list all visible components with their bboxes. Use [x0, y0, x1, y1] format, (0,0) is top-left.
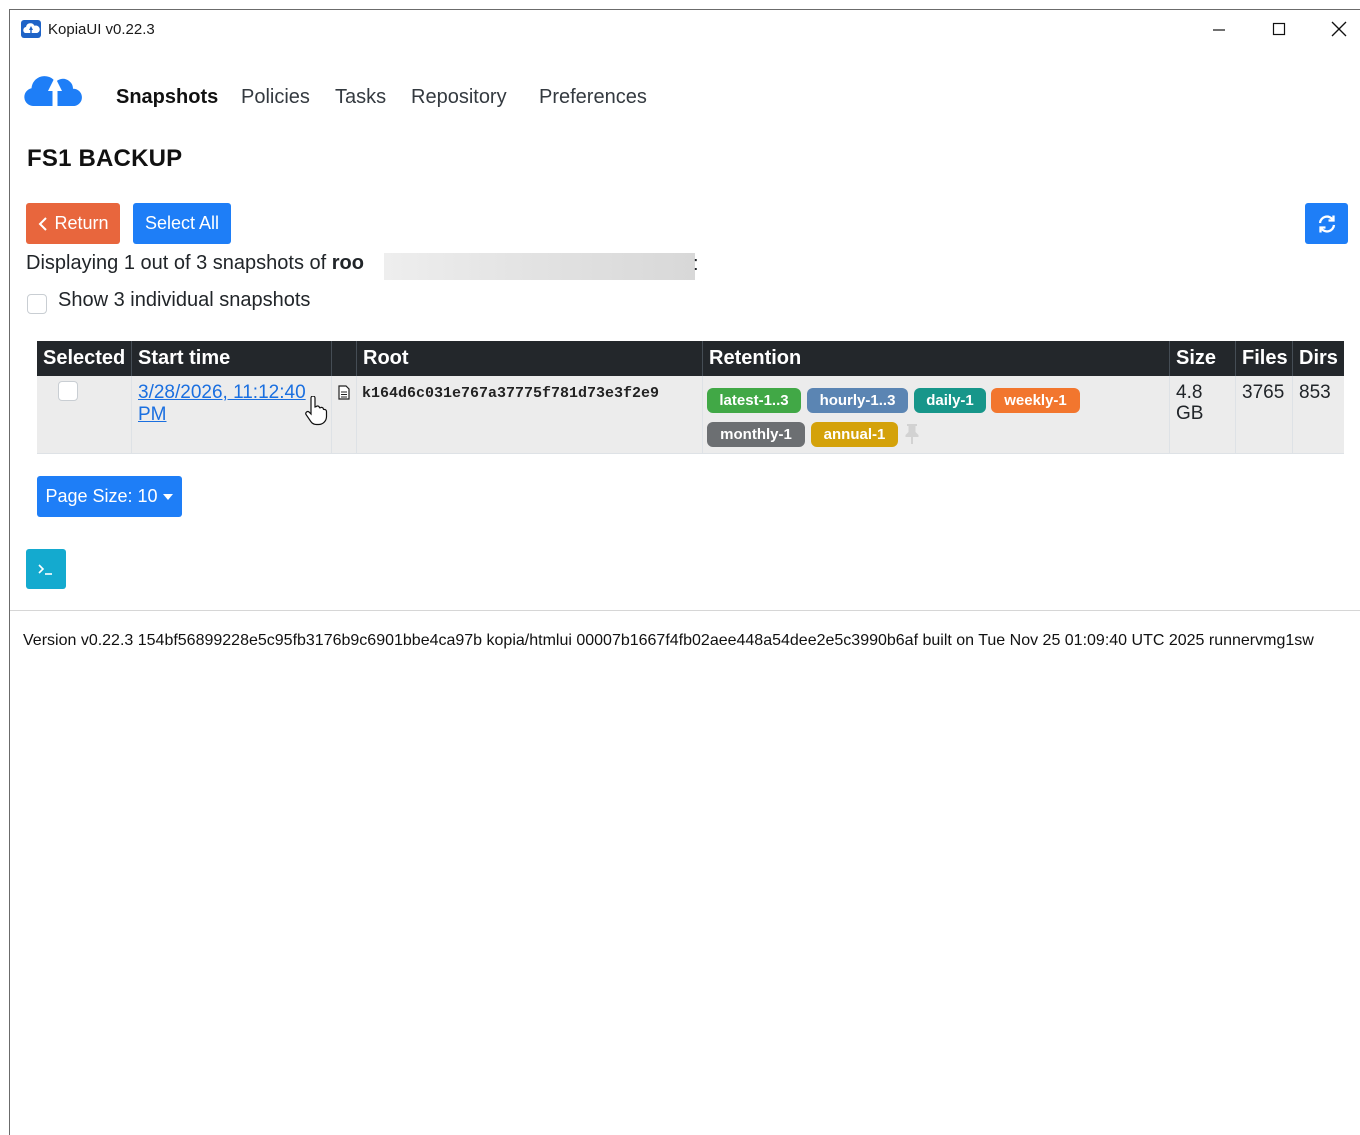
- app-window: KopiaUI v0.22.3 Snapshots Policies Tasks…: [9, 9, 1360, 1135]
- return-button[interactable]: Return: [26, 203, 120, 244]
- window-title: KopiaUI v0.22.3: [48, 21, 155, 38]
- minimize-icon: [1213, 29, 1225, 31]
- cell-icon: [332, 376, 357, 454]
- chevron-left-icon: [39, 216, 48, 231]
- nav-repository[interactable]: Repository: [411, 86, 507, 109]
- footer-divider: [10, 610, 1360, 611]
- retention-badge-annual: annual-1: [811, 422, 898, 447]
- nav-tasks[interactable]: Tasks: [335, 86, 386, 109]
- cell-retention: latest-1..3 hourly-1..3 daily-1 weekly-1…: [703, 376, 1170, 454]
- kopia-app-icon: [21, 20, 41, 38]
- retention-badge-daily: daily-1: [914, 388, 986, 413]
- start-time-link-ampm[interactable]: PM: [138, 404, 306, 426]
- retention-badge-latest: latest-1..3: [707, 388, 801, 413]
- header-blank: [332, 341, 357, 376]
- page-title: FS1 BACKUP: [27, 145, 183, 172]
- dirs-count: 853: [1299, 382, 1331, 403]
- nav-snapshots[interactable]: Snapshots: [116, 86, 218, 109]
- maximize-button[interactable]: [1249, 10, 1309, 48]
- header-size[interactable]: Size: [1170, 341, 1236, 376]
- retention-badge-hourly: hourly-1..3: [807, 388, 908, 413]
- table-row: 3/28/2026, 11:12:40 PM k164d6c031e767a37…: [37, 376, 1344, 454]
- size-value: 4.8: [1176, 382, 1203, 403]
- refresh-button[interactable]: [1305, 203, 1348, 244]
- nav-policies[interactable]: Policies: [241, 86, 310, 109]
- return-label: Return: [54, 213, 109, 233]
- cell-start-time: 3/28/2026, 11:12:40 PM: [132, 376, 332, 454]
- page-size-dropdown[interactable]: Page Size: 10: [37, 476, 182, 517]
- header-retention[interactable]: Retention: [703, 341, 1170, 376]
- show-individual-label[interactable]: Show 3 individual snapshots: [58, 289, 310, 312]
- retention-badge-monthly: monthly-1: [707, 422, 805, 447]
- refresh-icon: [1318, 214, 1335, 233]
- cell-dirs: 853: [1293, 376, 1344, 454]
- snapshot-count-text: Displaying 1 out of 3 snapshots of roo: [26, 252, 364, 275]
- row-select-checkbox[interactable]: [58, 381, 78, 401]
- header-files[interactable]: Files: [1236, 341, 1293, 376]
- show-individual-checkbox[interactable]: [27, 294, 47, 314]
- title-bar: KopiaUI v0.22.3: [10, 10, 1360, 50]
- redacted-path: [384, 253, 695, 280]
- maximize-icon: [1272, 22, 1286, 36]
- terminal-button[interactable]: [26, 549, 66, 589]
- version-info: Version v0.22.3 154bf56899228e5c95fb3176…: [23, 632, 1314, 649]
- snapshot-count-prefix: Displaying 1 out of 3 snapshots of: [26, 252, 332, 274]
- snapshot-root-path: roo: [331, 252, 364, 274]
- pin-icon[interactable]: [904, 423, 920, 445]
- cell-files: 3765: [1236, 376, 1293, 454]
- header-start-time[interactable]: Start time: [132, 341, 332, 376]
- header-root[interactable]: Root: [357, 341, 703, 376]
- snapshot-count-suffix: :: [693, 253, 699, 275]
- select-all-button[interactable]: Select All: [133, 203, 231, 244]
- document-icon[interactable]: [338, 385, 350, 400]
- size-unit: GB: [1176, 403, 1204, 424]
- terminal-icon: [38, 564, 52, 575]
- caret-down-icon: [162, 493, 173, 500]
- files-count: 3765: [1242, 382, 1285, 403]
- snapshots-table-header: Selected Start time Root Retention Size …: [37, 341, 1344, 376]
- cell-selected: [37, 376, 132, 454]
- close-icon: [1331, 21, 1347, 37]
- minimize-button[interactable]: [1189, 10, 1249, 48]
- header-dirs[interactable]: Dirs: [1293, 341, 1344, 376]
- page-size-label: Page Size: 10: [45, 486, 158, 506]
- start-time-link[interactable]: 3/28/2026, 11:12:40: [138, 382, 306, 404]
- hand-cursor-icon: [305, 396, 328, 426]
- kopia-logo-icon[interactable]: [24, 68, 84, 108]
- close-button[interactable]: [1309, 10, 1360, 48]
- root-object-id: k164d6c031e767a37775f781d73e3f2e9: [362, 385, 660, 402]
- cell-root: k164d6c031e767a37775f781d73e3f2e9: [357, 376, 703, 454]
- header-selected[interactable]: Selected: [37, 341, 132, 376]
- select-all-label: Select All: [144, 213, 220, 233]
- cell-size: 4.8 GB: [1170, 376, 1236, 454]
- retention-badge-weekly: weekly-1: [991, 388, 1080, 413]
- nav-preferences[interactable]: Preferences: [539, 86, 647, 109]
